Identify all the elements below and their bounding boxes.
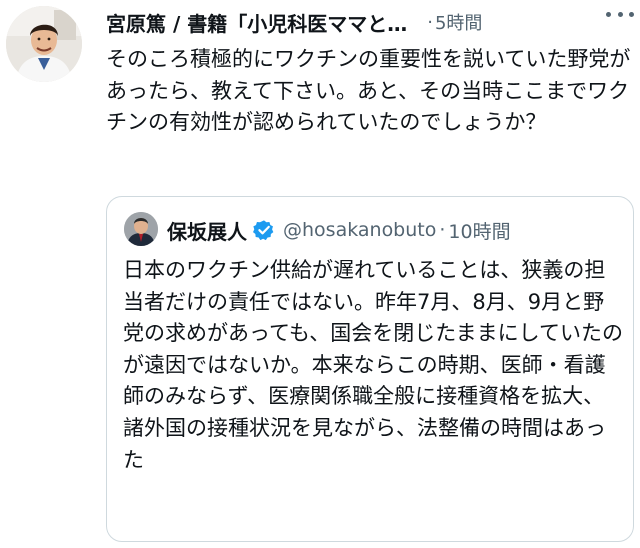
quoted-tweet[interactable]: 保坂展人 @hosakanobuto · 10時間 日本のワクチン供給が遅れてい… — [106, 196, 634, 542]
quoted-separator-dot: · — [439, 219, 446, 241]
more-options-icon[interactable] — [606, 4, 634, 24]
quoted-tweet-timestamp[interactable]: 10時間 — [448, 217, 510, 244]
tweet-timestamp[interactable]: 5時間 — [435, 9, 482, 35]
author-avatar[interactable] — [6, 6, 82, 82]
quoted-tweet-header: 保坂展人 @hosakanobuto · 10時間 — [167, 215, 511, 245]
author-avatar-image — [6, 6, 82, 82]
quoted-tweet-text: 日本のワクチン供給が遅れていることは、狭義の担当者だけの責任ではない。昨年7月、… — [123, 258, 624, 472]
tweet[interactable]: 宮原篤 / 書籍「小児科医ママと… · 5時間 そのころ積極的にワクチンの重要性… — [0, 0, 640, 548]
quoted-author-name[interactable]: 保坂展人 — [167, 216, 247, 245]
tweet-text: そのころ積極的にワクチンの重要性を説いていた野党があったら、教えて下さい。あと、… — [106, 47, 631, 134]
author-name[interactable]: 宮原篤 / 書籍「小児科医ママと… — [106, 8, 407, 37]
quoted-author-avatar[interactable] — [124, 212, 158, 246]
tweet-header: 宮原篤 / 書籍「小児科医ママと… · 5時間 — [106, 8, 630, 36]
verified-badge-icon — [253, 220, 274, 241]
quoted-author-avatar-image — [124, 212, 158, 246]
quoted-author-handle[interactable]: @hosakanobuto — [283, 219, 436, 241]
separator-dot: · — [427, 11, 433, 33]
